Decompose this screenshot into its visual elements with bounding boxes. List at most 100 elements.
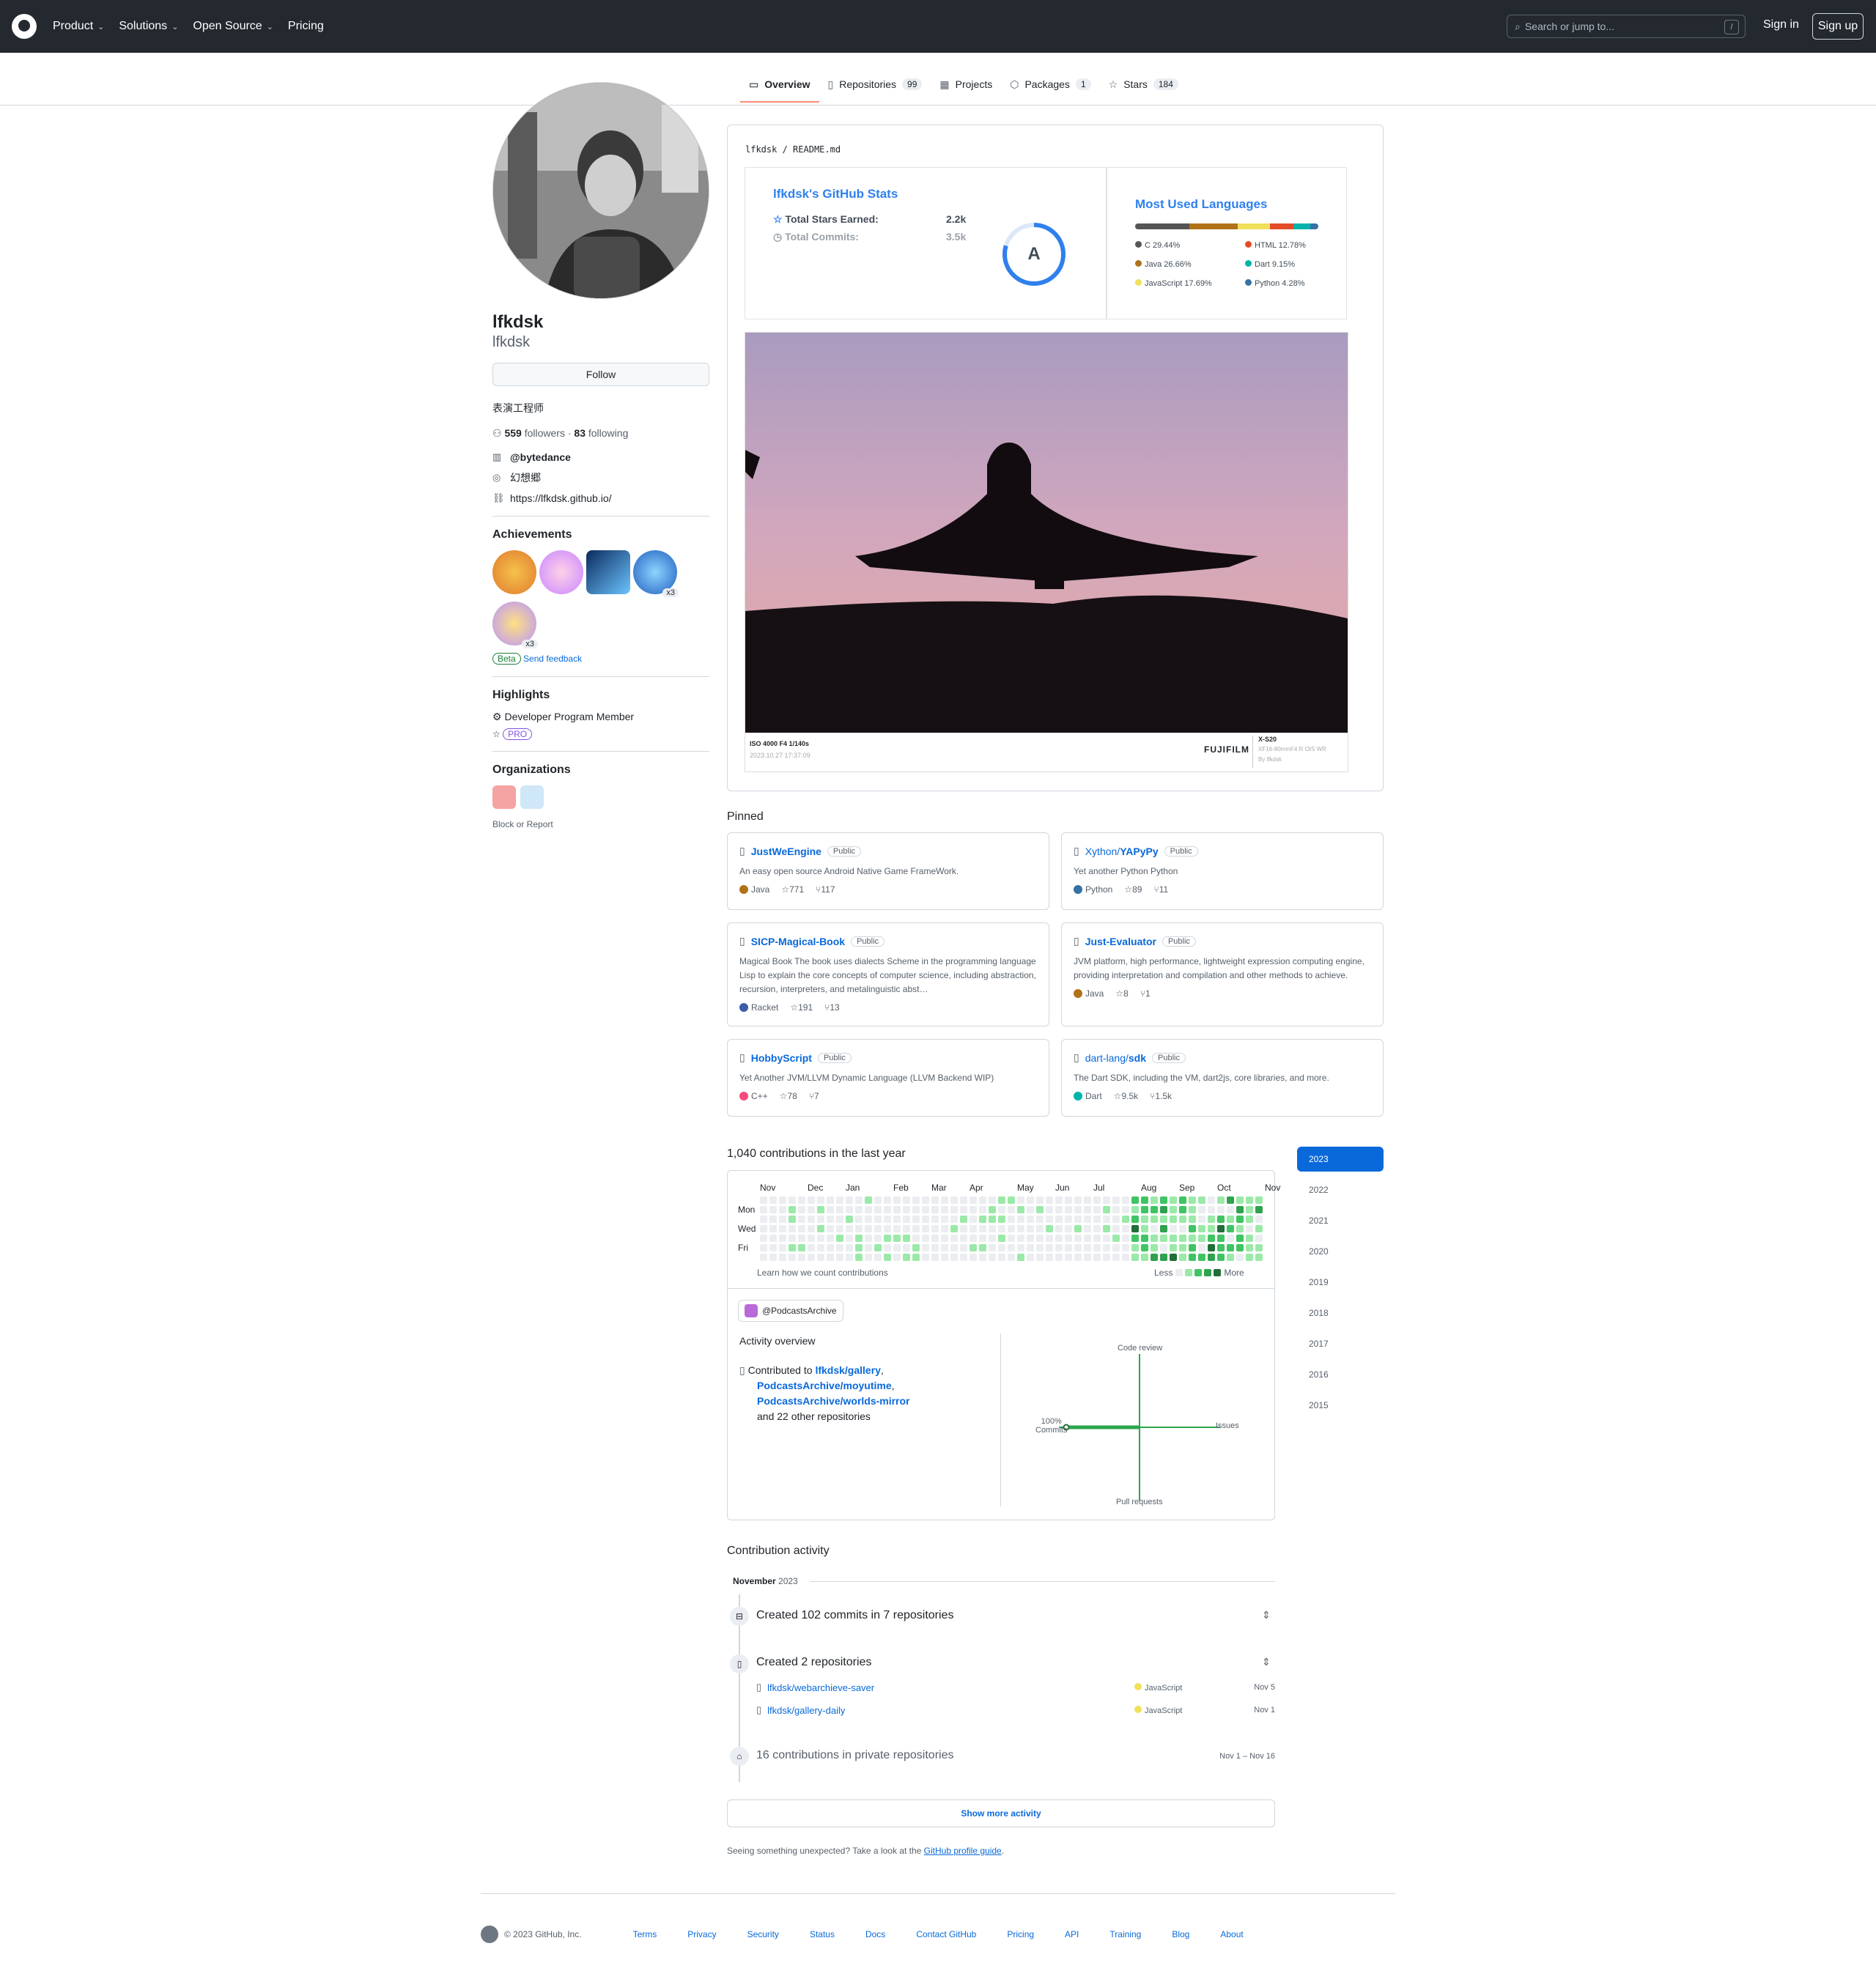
contribution-day[interactable] (836, 1196, 843, 1204)
contribution-day[interactable] (846, 1216, 853, 1223)
contribution-day[interactable] (769, 1216, 777, 1223)
contribution-day[interactable] (960, 1196, 967, 1204)
contribution-day[interactable] (846, 1254, 853, 1261)
contribution-day[interactable] (1055, 1235, 1063, 1242)
contribution-day[interactable] (798, 1216, 805, 1223)
contribution-day[interactable] (798, 1225, 805, 1232)
contribution-day[interactable] (1236, 1244, 1244, 1251)
contribution-day[interactable] (1141, 1216, 1148, 1223)
nav-pricing[interactable]: Pricing (288, 20, 324, 33)
contribution-day[interactable] (998, 1206, 1005, 1213)
contribution-day[interactable] (979, 1235, 986, 1242)
contribution-day[interactable] (1246, 1244, 1253, 1251)
contribution-day[interactable] (874, 1196, 882, 1204)
year-link[interactable]: 2016 (1297, 1362, 1384, 1387)
contribution-day[interactable] (1055, 1225, 1063, 1232)
contribution-day[interactable] (1084, 1235, 1091, 1242)
contribution-day[interactable] (1055, 1244, 1063, 1251)
contribution-day[interactable] (1131, 1254, 1139, 1261)
footer-link-privacy[interactable]: Privacy (687, 1929, 716, 1939)
contribution-day[interactable] (960, 1244, 967, 1251)
search-input[interactable]: ⌕ Search or jump to... / (1507, 15, 1746, 38)
created-repo-link[interactable]: lfkdsk/webarchieve-saver (767, 1682, 874, 1693)
contribution-day[interactable] (884, 1254, 891, 1261)
contribution-day[interactable] (1227, 1206, 1234, 1213)
contribution-day[interactable] (1008, 1196, 1015, 1204)
contribution-day[interactable] (1055, 1216, 1063, 1223)
contribution-day[interactable] (1112, 1235, 1120, 1242)
contribution-day[interactable] (998, 1216, 1005, 1223)
contribution-day[interactable] (789, 1196, 796, 1204)
org-avatar-icon[interactable] (520, 785, 544, 809)
repo-forks[interactable]: 13 (830, 1002, 839, 1013)
contribution-day[interactable] (970, 1206, 977, 1213)
tab-packages[interactable]: ⬡ Packages 1 (1001, 66, 1099, 103)
contribution-day[interactable] (865, 1206, 872, 1213)
contribution-day[interactable] (931, 1206, 939, 1213)
contribution-day[interactable] (817, 1206, 824, 1213)
contribution-day[interactable] (817, 1254, 824, 1261)
contribution-day[interactable] (1227, 1254, 1234, 1261)
repo-forks[interactable]: 11 (1159, 884, 1168, 895)
contribution-day[interactable] (1122, 1216, 1129, 1223)
contribution-day[interactable] (760, 1254, 767, 1261)
contribution-day[interactable] (893, 1206, 901, 1213)
contribution-day[interactable] (1217, 1216, 1225, 1223)
contribution-day[interactable] (950, 1216, 958, 1223)
contribution-day[interactable] (1131, 1225, 1139, 1232)
pull-shark-badge-icon[interactable] (586, 550, 630, 594)
contribution-day[interactable] (1246, 1196, 1253, 1204)
contribution-day[interactable] (808, 1244, 815, 1251)
contribution-day[interactable] (808, 1235, 815, 1242)
contribution-day[interactable] (789, 1254, 796, 1261)
contribution-day[interactable] (903, 1235, 910, 1242)
repo-link[interactable]: dart-lang/sdk (1085, 1052, 1146, 1064)
contribution-day[interactable] (855, 1235, 863, 1242)
contribution-day[interactable] (903, 1196, 910, 1204)
contribution-day[interactable] (1036, 1216, 1044, 1223)
contribution-day[interactable] (1255, 1225, 1263, 1232)
contribution-day[interactable] (1131, 1244, 1139, 1251)
contribution-day[interactable] (1208, 1244, 1215, 1251)
contribution-day[interactable] (1084, 1196, 1091, 1204)
contribution-day[interactable] (970, 1196, 977, 1204)
contribution-day[interactable] (960, 1254, 967, 1261)
contribution-day[interactable] (960, 1225, 967, 1232)
contrib-repo-link[interactable]: PodcastsArchive/worlds-mirror (757, 1395, 910, 1407)
contribution-day[interactable] (1065, 1225, 1072, 1232)
contribution-day[interactable] (836, 1216, 843, 1223)
contribution-day[interactable] (1189, 1216, 1196, 1223)
footer-link-pricing[interactable]: Pricing (1007, 1929, 1034, 1939)
contribution-day[interactable] (931, 1216, 939, 1223)
contribution-day[interactable] (760, 1196, 767, 1204)
contribution-day[interactable] (1170, 1216, 1177, 1223)
contribution-day[interactable] (1170, 1206, 1177, 1213)
contribution-day[interactable] (1046, 1254, 1053, 1261)
contribution-day[interactable] (874, 1206, 882, 1213)
contribution-day[interactable] (1074, 1216, 1082, 1223)
contribution-day[interactable] (769, 1244, 777, 1251)
contribution-day[interactable] (998, 1244, 1005, 1251)
contribution-day[interactable] (884, 1216, 891, 1223)
repo-link[interactable]: JustWeEngine (751, 846, 821, 857)
contribution-day[interactable] (1074, 1225, 1082, 1232)
repo-forks[interactable]: 1.5k (1155, 1091, 1172, 1101)
repo-stars[interactable]: 89 (1132, 884, 1142, 895)
contribution-day[interactable] (1084, 1216, 1091, 1223)
contribution-day[interactable] (865, 1254, 872, 1261)
contribution-day[interactable] (1141, 1196, 1148, 1204)
repo-forks[interactable]: 117 (821, 884, 835, 895)
contribution-day[interactable] (1198, 1225, 1205, 1232)
contribution-day[interactable] (998, 1235, 1005, 1242)
org-handle[interactable]: @bytedance (510, 451, 571, 463)
achievement-badge-icon[interactable] (492, 550, 536, 594)
contribution-day[interactable] (903, 1244, 910, 1251)
contribution-day[interactable] (1046, 1206, 1053, 1213)
contribution-day[interactable] (1027, 1225, 1034, 1232)
nav-product[interactable]: Product ⌄ (53, 20, 104, 33)
contribution-day[interactable] (1217, 1244, 1225, 1251)
contribution-day[interactable] (874, 1235, 882, 1242)
following-link[interactable]: 83 following (574, 427, 628, 439)
contribution-day[interactable] (1189, 1196, 1196, 1204)
contribution-day[interactable] (1074, 1206, 1082, 1213)
